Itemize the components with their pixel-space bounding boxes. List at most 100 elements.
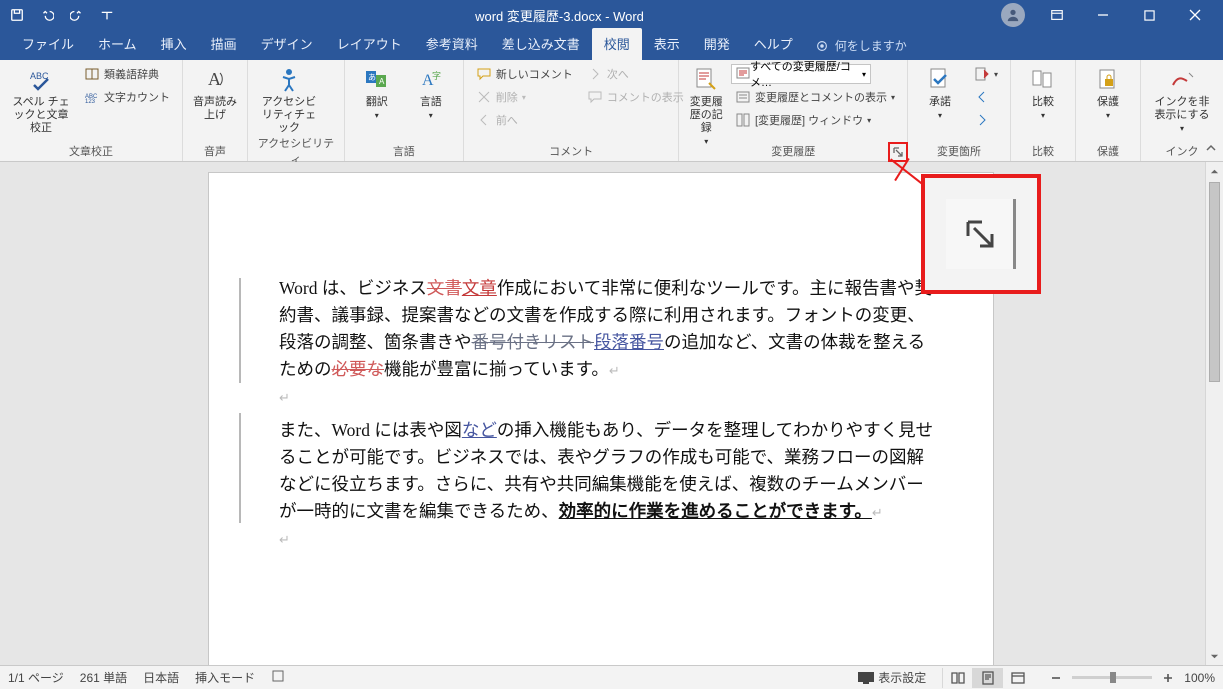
collapse-ribbon-button[interactable] — [1205, 142, 1217, 157]
scroll-up-button[interactable] — [1206, 162, 1223, 180]
group-protect-label: 保護 — [1084, 143, 1132, 161]
next-change-icon — [974, 112, 990, 128]
page[interactable]: Word は、ビジネス文書文章作成において非常に便利なツールです。主に報告書や契… — [208, 172, 994, 665]
reviewing-pane-button[interactable]: [変更履歴] ウィンドウ ▾ — [731, 110, 899, 130]
vertical-scrollbar[interactable] — [1205, 162, 1223, 665]
scroll-down-button[interactable] — [1206, 647, 1223, 665]
scroll-track[interactable] — [1206, 180, 1223, 647]
zoom-out-button[interactable] — [1048, 670, 1064, 686]
ribbon-display-button[interactable] — [1035, 1, 1079, 29]
accept-icon — [927, 66, 953, 94]
qat-customize-button[interactable] — [96, 4, 118, 26]
next-change-button[interactable] — [970, 110, 1002, 130]
group-comments-label: コメント — [472, 143, 671, 161]
status-page[interactable]: 1/1 ページ — [8, 669, 64, 686]
deleted-text: 番号付きリスト — [472, 332, 595, 352]
tab-view[interactable]: 表示 — [642, 28, 692, 60]
track-changes-button[interactable]: 変更履歴の記録▾ — [687, 64, 725, 148]
scroll-thumb[interactable] — [1209, 182, 1220, 382]
tab-mailings[interactable]: 差し込み文書 — [490, 28, 592, 60]
show-markup-button[interactable]: 変更履歴とコメントの表示 ▾ — [731, 87, 899, 107]
prev-change-button[interactable] — [970, 87, 1002, 107]
launcher-zoom-icon — [946, 199, 1016, 269]
read-aloud-icon: A — [202, 66, 228, 94]
paragraph-mark: ↵ — [279, 526, 939, 553]
ribbon: ABC スペル チェックと文章校正 類義語辞典 ABC123文字カウント 文章校… — [0, 60, 1223, 162]
paragraph-mark: ↵ — [279, 384, 939, 411]
tab-file[interactable]: ファイル — [10, 28, 86, 60]
print-layout-button[interactable] — [972, 668, 1002, 688]
undo-button[interactable] — [36, 4, 58, 26]
spell-check-button[interactable]: ABC スペル チェックと文章校正 — [8, 64, 74, 135]
inserted-text: など — [462, 420, 497, 440]
tab-developer[interactable]: 開発 — [692, 28, 742, 60]
thesaurus-button[interactable]: 類義語辞典 — [80, 64, 174, 84]
accept-button[interactable]: 承諾▾ — [916, 64, 964, 122]
new-comment-icon — [476, 66, 492, 82]
close-button[interactable] — [1173, 1, 1217, 29]
delete-comment-button[interactable]: 削除 ▾ — [472, 87, 577, 107]
tab-draw[interactable]: 描画 — [199, 28, 249, 60]
protect-icon — [1095, 66, 1121, 94]
zoom-in-button[interactable] — [1160, 670, 1176, 686]
tab-review[interactable]: 校閲 — [592, 28, 642, 60]
word-count-button[interactable]: ABC123文字カウント — [80, 87, 174, 107]
tab-help[interactable]: ヘルプ — [742, 28, 805, 60]
group-compare-label: 比較 — [1019, 143, 1067, 161]
reject-button[interactable]: ▾ — [970, 64, 1002, 84]
protect-button[interactable]: 保護▾ — [1084, 64, 1132, 122]
language-icon: A字 — [418, 66, 444, 94]
change-bar — [239, 413, 241, 523]
language-button[interactable]: A字 言語▾ — [407, 64, 455, 122]
compare-button[interactable]: 比較▾ — [1019, 64, 1067, 122]
tracking-launcher[interactable] — [891, 145, 905, 159]
next-comment-button[interactable]: 次へ — [583, 64, 688, 84]
accessibility-check-button[interactable]: アクセシビリティチェック — [256, 64, 322, 135]
read-aloud-button[interactable]: A 音声読み上げ — [191, 64, 239, 122]
user-avatar[interactable] — [1001, 3, 1025, 27]
tab-design[interactable]: デザイン — [249, 28, 325, 60]
group-compare: 比較▾ 比較 — [1011, 60, 1076, 161]
display-settings-button[interactable]: 表示設定 — [858, 669, 926, 686]
zoom-percent[interactable]: 100% — [1184, 671, 1215, 685]
status-language[interactable]: 日本語 — [143, 669, 179, 686]
tab-layout[interactable]: レイアウト — [325, 28, 414, 60]
tell-me-search[interactable]: 何をしますか — [805, 31, 917, 60]
svg-text:あ: あ — [368, 73, 376, 82]
status-bar: 1/1 ページ 261 単語 日本語 挿入モード 表示設定 100% — [0, 665, 1223, 689]
tab-references[interactable]: 参考資料 — [414, 28, 490, 60]
read-mode-button[interactable] — [942, 668, 972, 688]
delete-comment-icon — [476, 89, 492, 105]
text-run: また、Word には表や図 — [279, 420, 462, 440]
text-run: Word は、ビジネス — [279, 278, 427, 298]
next-comment-icon — [587, 66, 603, 82]
tab-home[interactable]: ホーム — [86, 28, 149, 60]
prev-comment-icon — [476, 112, 492, 128]
web-layout-button[interactable] — [1002, 668, 1032, 688]
zoom-slider-thumb[interactable] — [1110, 672, 1116, 683]
translate-button[interactable]: あA 翻訳▾ — [353, 64, 401, 122]
maximize-button[interactable] — [1127, 1, 1171, 29]
status-macro-icon[interactable] — [271, 669, 285, 686]
group-changes-label: 変更箇所 — [916, 143, 1002, 161]
show-comments-button[interactable]: コメントの表示 — [583, 87, 688, 107]
new-comment-button[interactable]: 新しいコメント — [472, 64, 577, 84]
autosave-icon[interactable] — [6, 4, 28, 26]
group-tracking-label: 変更履歴 — [687, 143, 899, 161]
display-for-review-dropdown[interactable]: すべての変更履歴/コメ… ▾ — [731, 64, 871, 84]
status-insert-mode[interactable]: 挿入モード — [195, 669, 255, 686]
status-word-count[interactable]: 261 単語 — [80, 669, 127, 686]
display-mode-icon — [736, 66, 750, 83]
redo-button[interactable] — [66, 4, 88, 26]
group-changes: 承諾▾ ▾ 変更箇所 — [908, 60, 1011, 161]
zoom-slider[interactable] — [1072, 676, 1152, 679]
prev-comment-button[interactable]: 前へ — [472, 110, 577, 130]
tab-insert[interactable]: 挿入 — [149, 28, 199, 60]
group-speech-label: 音声 — [191, 143, 239, 161]
minimize-button[interactable] — [1081, 1, 1125, 29]
document-body[interactable]: Word は、ビジネス文書文章作成において非常に便利なツールです。主に報告書や契… — [279, 275, 939, 553]
spell-check-icon: ABC — [28, 66, 54, 94]
svg-text:123: 123 — [85, 99, 96, 104]
thesaurus-icon — [84, 66, 100, 82]
hide-ink-button[interactable]: インクを非表示にする▾ — [1149, 64, 1215, 135]
